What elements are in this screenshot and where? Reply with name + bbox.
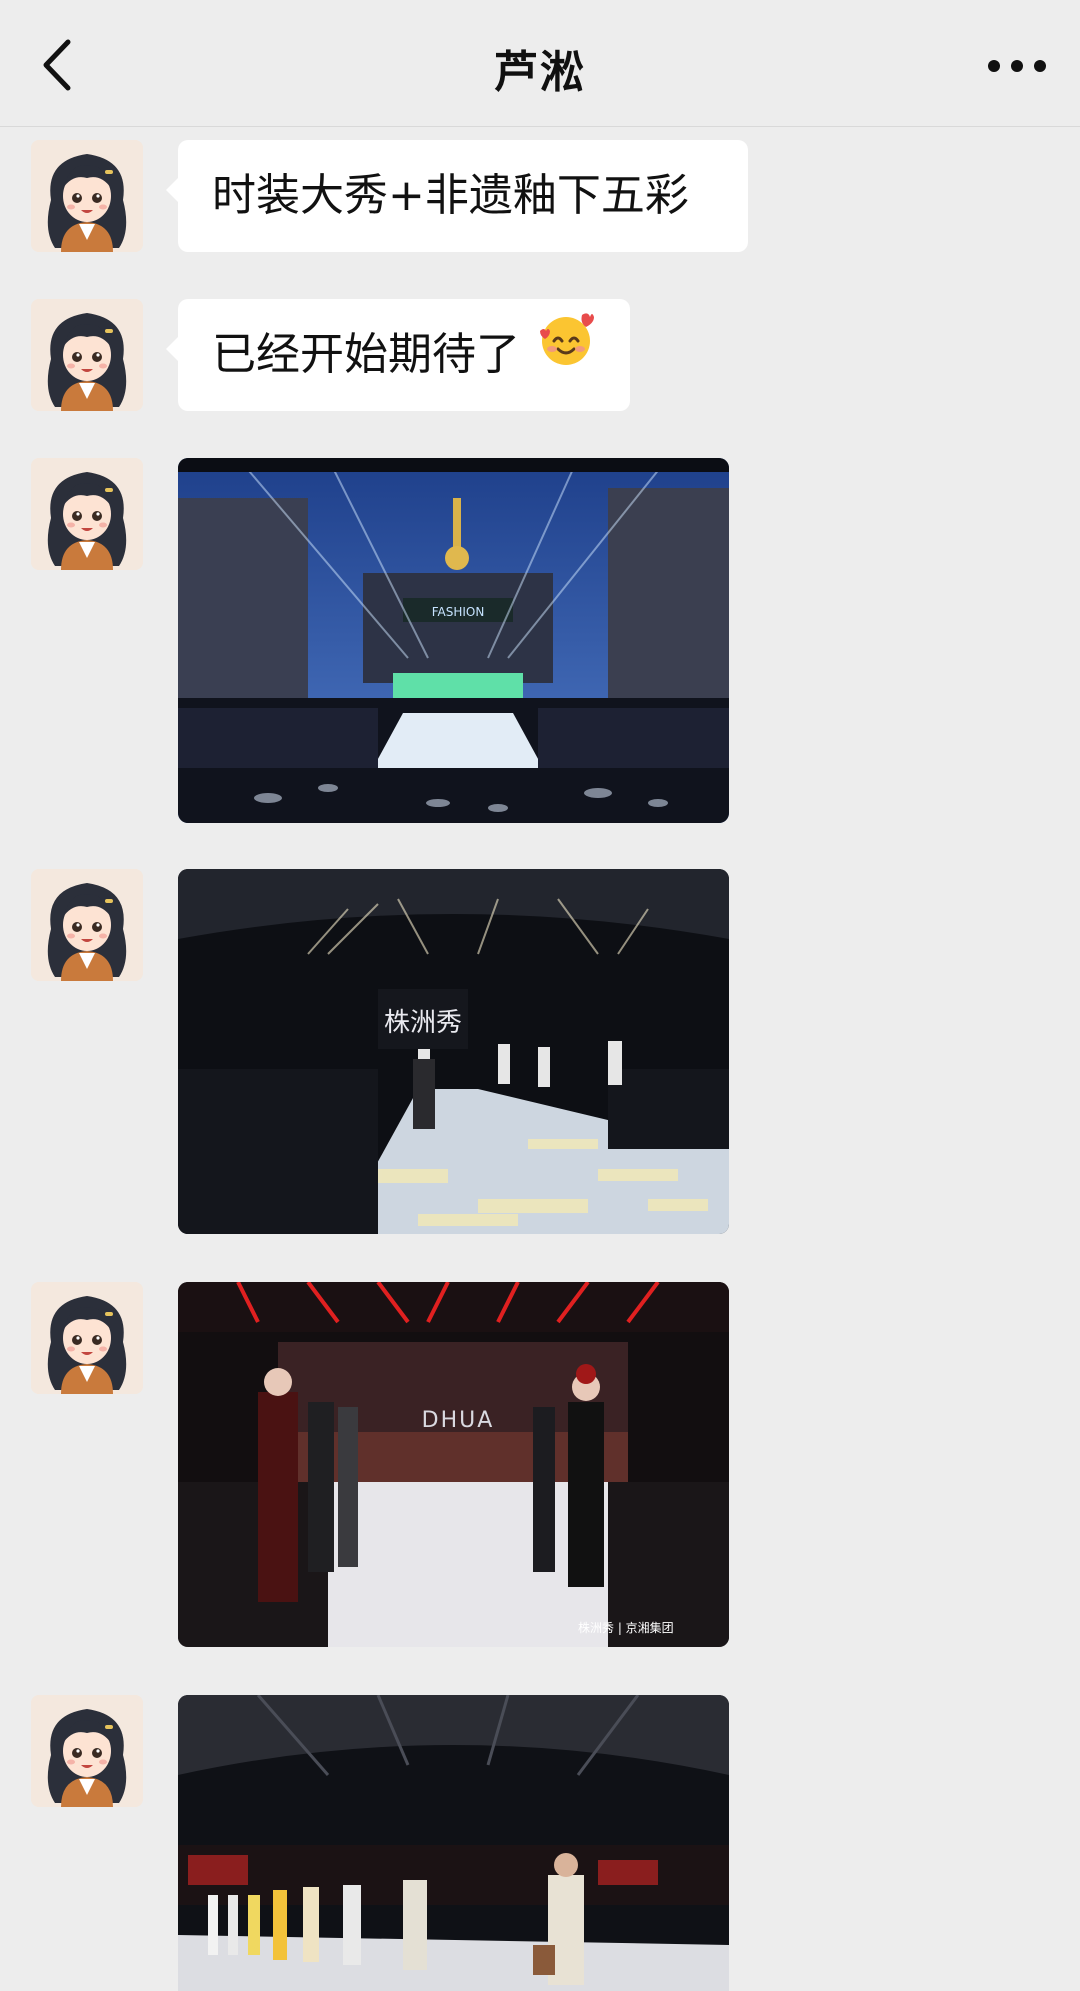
- avatar[interactable]: [31, 1282, 143, 1394]
- avatar-girl-icon: [31, 140, 143, 252]
- photo-indoor-runway[interactable]: 株洲秀: [178, 869, 729, 1234]
- chat-title: 芦淞: [494, 47, 586, 98]
- smiling-face-with-hearts-emoji: [538, 297, 594, 409]
- avatar-girl-icon: [31, 458, 143, 570]
- stage-sign: FASHION: [432, 605, 485, 619]
- message-text: 时装大秀+非遗釉下五彩: [212, 170, 689, 221]
- avatar-girl-icon: [31, 299, 143, 411]
- avatar[interactable]: [31, 869, 143, 981]
- avatar-girl-icon: [31, 1282, 143, 1394]
- photo-watermark: 株洲秀 | 京湘集团: [578, 1620, 674, 1635]
- stage-sign: 株洲秀: [384, 1008, 462, 1038]
- avatar[interactable]: [31, 140, 143, 252]
- more-button[interactable]: [982, 44, 1052, 84]
- chat-header: 芦淞: [0, 0, 1080, 127]
- more-dots-icon: [988, 60, 1046, 72]
- avatar[interactable]: [31, 458, 143, 570]
- avatar[interactable]: [31, 299, 143, 411]
- message-text: 已经开始期待了: [212, 329, 520, 380]
- stage-sign: DHUA: [422, 1408, 495, 1433]
- text-bubble[interactable]: 时装大秀+非遗釉下五彩: [166, 140, 748, 252]
- photo-outdoor-stage[interactable]: FASHION: [178, 458, 729, 823]
- text-bubble[interactable]: 已经开始期待了: [166, 297, 630, 411]
- photo-red-runway[interactable]: DHUA 株洲秀 | 京湘集团: [178, 1282, 729, 1647]
- avatar-girl-icon: [31, 1695, 143, 1807]
- photo-dome-runway[interactable]: [178, 1695, 729, 1991]
- avatar-girl-icon: [31, 869, 143, 981]
- avatar[interactable]: [31, 1695, 143, 1807]
